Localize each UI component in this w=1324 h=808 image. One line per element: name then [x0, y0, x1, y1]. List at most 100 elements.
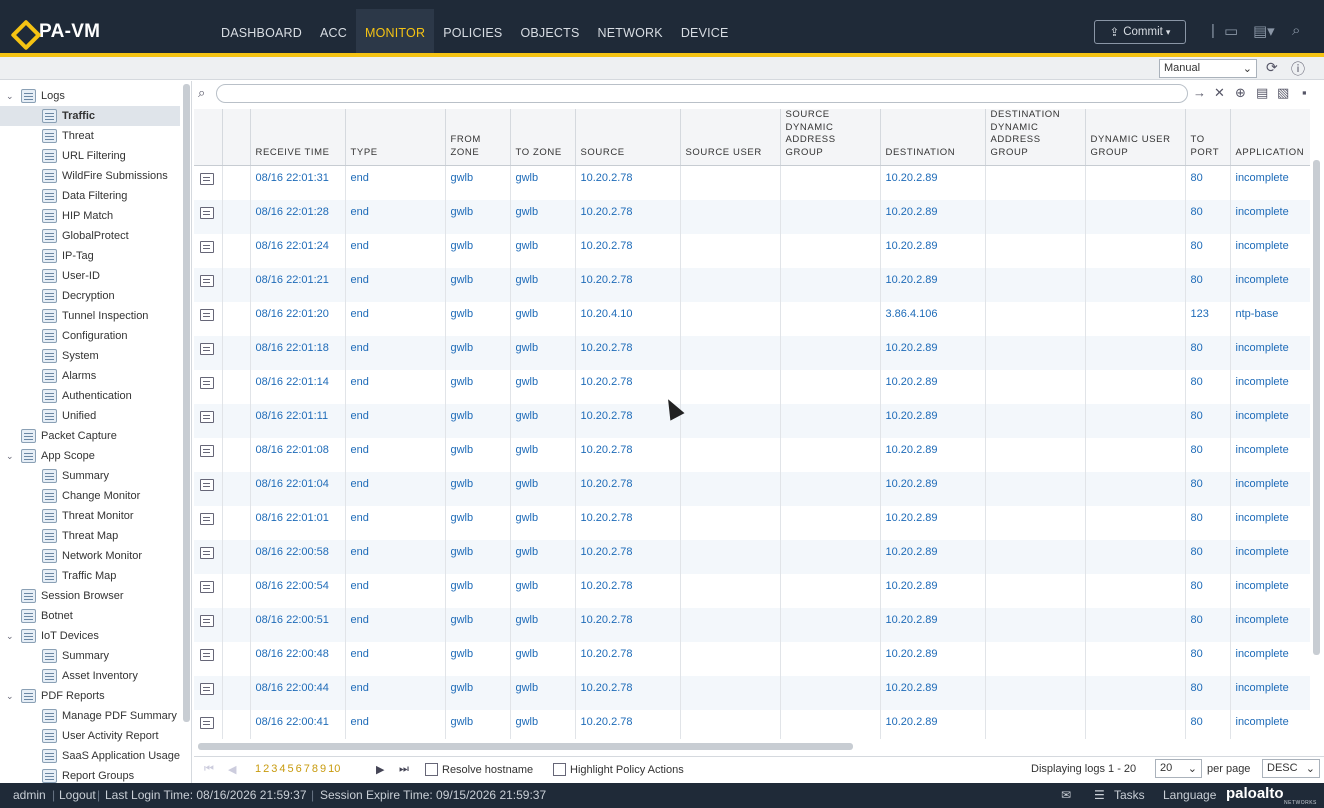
sidebar-item-iot-devices[interactable]: ⌄ IoT Devices: [6, 626, 99, 646]
table-cell[interactable]: end: [345, 539, 446, 574]
table-horizontal-scrollbar[interactable]: [198, 743, 853, 750]
load-filter-icon[interactable]: ▧: [1277, 85, 1289, 101]
table-cell[interactable]: end: [345, 437, 446, 472]
table-cell[interactable]: 08/16 22:00:54: [250, 573, 346, 608]
page-number-link[interactable]: 7: [304, 763, 310, 775]
table-row[interactable]: 08/16 22:00:51 end gwlb gwlb 10.20.2.78 10.20…: [194, 607, 1310, 642]
table-cell[interactable]: 10.20.2.89: [880, 607, 986, 642]
table-cell[interactable]: incomplete: [1230, 471, 1310, 506]
log-detail-icon[interactable]: [200, 274, 214, 287]
table-cell[interactable]: end: [345, 403, 446, 438]
table-cell[interactable]: 08/16 22:01:01: [250, 505, 346, 540]
sidebar-item-botnet[interactable]: Botnet: [6, 606, 73, 626]
table-cell[interactable]: gwlb: [445, 199, 511, 234]
sidebar-item-packet-capture[interactable]: Packet Capture: [6, 426, 117, 446]
language-link[interactable]: Language: [1163, 788, 1216, 802]
table-cell[interactable]: gwlb: [445, 471, 511, 506]
sidebar-item-summary[interactable]: Summary: [42, 466, 109, 486]
tab-acc[interactable]: ACC: [311, 9, 356, 53]
table-row[interactable]: 08/16 22:01:08 end gwlb gwlb 10.20.2.78 10.20…: [194, 437, 1310, 472]
sidebar-item-app-scope[interactable]: ⌄ App Scope: [6, 446, 95, 466]
sidebar-item-manage-pdf-summary[interactable]: Manage PDF Summary: [42, 706, 177, 726]
resolve-hostname-checkbox[interactable]: [425, 763, 438, 776]
table-row[interactable]: 08/16 22:00:58 end gwlb gwlb 10.20.2.78 10.20…: [194, 539, 1310, 574]
export-icon[interactable]: ▪: [1302, 85, 1307, 100]
table-cell[interactable]: end: [345, 607, 446, 642]
table-cell[interactable]: end: [345, 709, 446, 739]
add-filter-icon[interactable]: ⊕: [1235, 85, 1246, 101]
table-cell[interactable]: 10.20.2.89: [880, 641, 986, 676]
table-cell[interactable]: 10.20.2.89: [880, 369, 986, 404]
table-cell[interactable]: incomplete: [1230, 267, 1310, 302]
config-menu-icon[interactable]: ▤▾: [1253, 22, 1275, 40]
tab-monitor[interactable]: MONITOR: [355, 9, 435, 53]
column-header-to-zone[interactable]: TO ZONE: [510, 109, 576, 166]
resolve-hostname-toggle[interactable]: Resolve hostname: [425, 763, 533, 776]
table-cell[interactable]: 80: [1185, 165, 1231, 200]
table-cell[interactable]: gwlb: [510, 539, 576, 574]
table-cell[interactable]: gwlb: [445, 301, 511, 336]
table-cell[interactable]: 08/16 22:00:48: [250, 641, 346, 676]
sidebar-item-url-filtering[interactable]: URL Filtering: [42, 146, 126, 166]
table-cell[interactable]: gwlb: [445, 233, 511, 268]
table-cell[interactable]: 10.20.2.78: [575, 709, 681, 739]
tab-dashboard[interactable]: DASHBOARD: [212, 9, 311, 53]
table-cell[interactable]: end: [345, 267, 446, 302]
table-cell[interactable]: end: [345, 301, 446, 336]
sidebar-item-system[interactable]: System: [42, 346, 99, 366]
table-cell[interactable]: 80: [1185, 641, 1231, 676]
table-row[interactable]: 08/16 22:01:31 end gwlb gwlb 10.20.2.78 10.20…: [194, 165, 1310, 200]
table-cell[interactable]: 80: [1185, 437, 1231, 472]
table-cell[interactable]: gwlb: [510, 505, 576, 540]
table-cell[interactable]: incomplete: [1230, 573, 1310, 608]
commit-button[interactable]: ⇪ Commit ▾: [1094, 20, 1186, 44]
table-cell[interactable]: 08/16 22:00:51: [250, 607, 346, 642]
table-row[interactable]: 08/16 22:01:14 end gwlb gwlb 10.20.2.78 10.20…: [194, 369, 1310, 404]
table-cell[interactable]: 08/16 22:00:41: [250, 709, 346, 739]
sidebar-item-user-activity-report[interactable]: User Activity Report: [42, 726, 159, 746]
table-cell[interactable]: 80: [1185, 199, 1231, 234]
table-cell[interactable]: 10.20.2.89: [880, 709, 986, 739]
table-cell[interactable]: gwlb: [445, 641, 511, 676]
log-detail-icon[interactable]: [200, 648, 214, 661]
sidebar-item-hip-match[interactable]: HIP Match: [42, 206, 113, 226]
table-cell[interactable]: incomplete: [1230, 199, 1310, 234]
table-cell[interactable]: 80: [1185, 403, 1231, 438]
table-cell[interactable]: 10.20.2.89: [880, 267, 986, 302]
table-vertical-scrollbar[interactable]: [1313, 160, 1320, 655]
table-cell[interactable]: 10.20.2.89: [880, 199, 986, 234]
table-cell[interactable]: 10.20.2.78: [575, 641, 681, 676]
table-cell[interactable]: 10.20.2.89: [880, 165, 986, 200]
table-cell[interactable]: 80: [1185, 369, 1231, 404]
page-number-link[interactable]: 4: [279, 763, 285, 775]
help-icon[interactable]: ⓘ: [1291, 59, 1305, 79]
table-cell[interactable]: 08/16 22:01:24: [250, 233, 346, 268]
log-detail-icon[interactable]: [200, 376, 214, 389]
sidebar-item-data-filtering[interactable]: Data Filtering: [42, 186, 127, 206]
table-cell[interactable]: incomplete: [1230, 607, 1310, 642]
table-cell[interactable]: end: [345, 573, 446, 608]
table-cell[interactable]: end: [345, 165, 446, 200]
table-cell[interactable]: 10.20.2.89: [880, 403, 986, 438]
table-row[interactable]: 08/16 22:00:54 end gwlb gwlb 10.20.2.78 10.20…: [194, 573, 1310, 608]
sidebar-item-logs[interactable]: ⌄ Logs: [6, 86, 65, 106]
table-cell[interactable]: 08/16 22:01:11: [250, 403, 346, 438]
table-cell[interactable]: gwlb: [445, 573, 511, 608]
table-cell[interactable]: gwlb: [510, 641, 576, 676]
table-row[interactable]: 08/16 22:00:44 end gwlb gwlb 10.20.2.78 10.20…: [194, 675, 1310, 710]
table-cell[interactable]: incomplete: [1230, 403, 1310, 438]
table-cell[interactable]: gwlb: [445, 607, 511, 642]
tasks-link[interactable]: Tasks: [1114, 788, 1145, 802]
column-header-destination-dynamic-address-group[interactable]: DESTINATION DYNAMIC ADDRESS GROUP: [985, 109, 1086, 166]
sidebar-item-threat[interactable]: Threat: [42, 126, 94, 146]
table-cell[interactable]: gwlb: [445, 709, 511, 739]
table-cell[interactable]: gwlb: [510, 403, 576, 438]
table-cell[interactable]: 80: [1185, 233, 1231, 268]
chevron-down-icon[interactable]: ⌄: [6, 451, 18, 462]
table-cell[interactable]: end: [345, 199, 446, 234]
table-cell[interactable]: gwlb: [510, 199, 576, 234]
sidebar-item-pdf-reports[interactable]: ⌄ PDF Reports: [6, 686, 105, 706]
table-cell[interactable]: gwlb: [510, 471, 576, 506]
save-filter-icon[interactable]: ▤: [1256, 85, 1268, 101]
table-cell[interactable]: 10.20.2.89: [880, 233, 986, 268]
